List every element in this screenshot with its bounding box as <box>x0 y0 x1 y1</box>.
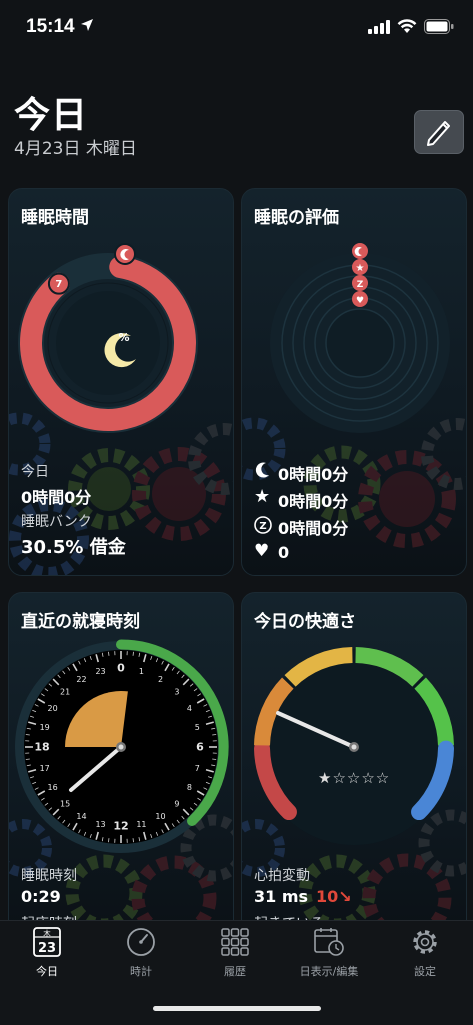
page-title: 今日 <box>14 86 88 138</box>
z-circle-icon: Z <box>254 516 272 534</box>
clock-number: 8 <box>187 783 192 792</box>
z-icon: Z <box>357 280 364 290</box>
rating-row-3-value: 0時間0分 <box>278 515 348 539</box>
clock-number: 7 <box>195 764 200 773</box>
clock-number: 11 <box>136 820 146 829</box>
sleep-rating-title: 睡眠の評価 <box>254 203 339 228</box>
clock-number: 10 <box>155 812 165 821</box>
pencil-icon <box>423 116 455 148</box>
clock-number: 6 <box>196 741 204 754</box>
cellular-signal-icon <box>368 20 390 34</box>
tab-day-view-label: 日表示/編集 <box>282 963 376 979</box>
edit-button[interactable] <box>414 110 464 154</box>
sleep-bank-label: 睡眠バンク <box>21 511 92 531</box>
clock-number: 22 <box>76 675 86 684</box>
comfort-gauge <box>242 635 466 865</box>
sleep-ring-chart: 7 % <box>9 237 233 487</box>
clock-number: 2 <box>158 675 163 684</box>
clock-number: 1 <box>139 667 144 676</box>
page-date: 4月23日 木曜日 <box>14 134 137 159</box>
rating-row-4-value: 0 <box>278 543 289 562</box>
today-label: 今日 <box>21 461 49 481</box>
clock-gauge-icon <box>126 927 156 957</box>
comfort-card[interactable]: 今日の快適さ ★☆☆☆☆ 心拍変動 31 ms 10↘ 起きている <box>241 592 467 934</box>
clock-number: 21 <box>60 688 70 697</box>
clock-number: 13 <box>95 820 105 829</box>
status-bar: 15:14 <box>0 0 473 56</box>
bedtime-title: 直近の就寝時刻 <box>21 607 140 632</box>
clock-number: 12 <box>113 820 128 833</box>
status-time: 15:14 <box>26 16 75 38</box>
clock-number: 19 <box>40 723 50 732</box>
clock-number: 0 <box>117 662 125 675</box>
sleep-rating-rings: ★ Z ♥ <box>242 237 466 467</box>
clock-number: 5 <box>195 723 200 732</box>
tab-settings-label: 設定 <box>378 963 472 979</box>
tab-history[interactable]: 履歴 <box>188 927 282 979</box>
tab-clock-label: 時計 <box>94 963 188 979</box>
rating-row-2-value: 0時間0分 <box>278 488 348 512</box>
clock-number: 16 <box>47 783 57 792</box>
svg-text:木: 木 <box>43 928 51 938</box>
sleep-time-title: 睡眠時間 <box>21 203 89 228</box>
clock-number: 23 <box>95 667 105 676</box>
home-indicator[interactable] <box>153 1006 321 1011</box>
today-value: 0時間0分 <box>21 484 91 508</box>
sleep-percent-symbol: % <box>118 331 129 344</box>
tab-history-label: 履歴 <box>188 963 282 979</box>
bedtime-card[interactable]: 直近の就寝時刻 01234567891011121314151617181920… <box>8 592 234 934</box>
grid-icon <box>220 927 250 957</box>
clock-number: 14 <box>76 812 86 821</box>
tab-settings[interactable]: 設定 <box>378 927 472 979</box>
calendar-today-icon: 木 23 <box>33 927 61 957</box>
wifi-icon <box>397 18 417 34</box>
sleep-time-card[interactable]: 睡眠時間 7 % 今日 0時間0分 睡眠バンク 30.5% 借金 <box>8 188 234 576</box>
moon-icon <box>254 461 272 479</box>
bedtime-clock: 01234567891011121314151617181920212223 <box>9 635 233 865</box>
clock-number: 15 <box>60 799 70 808</box>
svg-text:23: 23 <box>38 941 56 956</box>
svg-text:Z: Z <box>259 521 266 532</box>
hrv-label: 心拍変動 <box>254 865 310 885</box>
clock-number: 9 <box>174 799 179 808</box>
clock-number: 17 <box>40 764 50 773</box>
clock-number: 18 <box>34 741 49 754</box>
clock-number: 4 <box>187 704 192 713</box>
rating-row-1-value: 0時間0分 <box>278 461 348 485</box>
sleep-bank-value: 30.5% 借金 <box>21 533 126 559</box>
sleep-rating-card[interactable]: 睡眠の評価 ★ Z ♥ 0時間0分 ★ 0時間0分 Z 0時間0分 ♥ 0 <box>241 188 467 576</box>
star-icon: ★ <box>356 263 365 274</box>
hrv-delta: 10↘ <box>316 887 352 906</box>
hrv-value: 31 ms <box>254 887 308 906</box>
sleep-start-badge <box>115 244 135 264</box>
location-arrow-icon <box>80 18 94 32</box>
bedtime-label: 睡眠時刻 <box>21 865 77 885</box>
tab-today[interactable]: 木 23 今日 <box>0 927 94 979</box>
clock-number: 3 <box>174 688 179 697</box>
calendar-clock-icon <box>313 927 345 957</box>
heart-icon: ♥ <box>356 296 364 306</box>
comfort-title: 今日の快適さ <box>254 607 356 632</box>
tab-today-label: 今日 <box>0 963 94 979</box>
comfort-stars: ★☆☆☆☆ <box>318 769 390 787</box>
gear-icon <box>410 927 440 957</box>
star-icon: ★ <box>254 486 270 507</box>
sleep-end-badge-label: 7 <box>55 279 62 290</box>
tab-clock[interactable]: 時計 <box>94 927 188 979</box>
clock-number: 20 <box>47 704 57 713</box>
battery-icon <box>424 19 454 34</box>
heart-icon: ♥ <box>254 541 269 561</box>
bedtime-value: 0:29 <box>21 887 61 906</box>
tab-day-view[interactable]: 日表示/編集 <box>282 927 376 979</box>
